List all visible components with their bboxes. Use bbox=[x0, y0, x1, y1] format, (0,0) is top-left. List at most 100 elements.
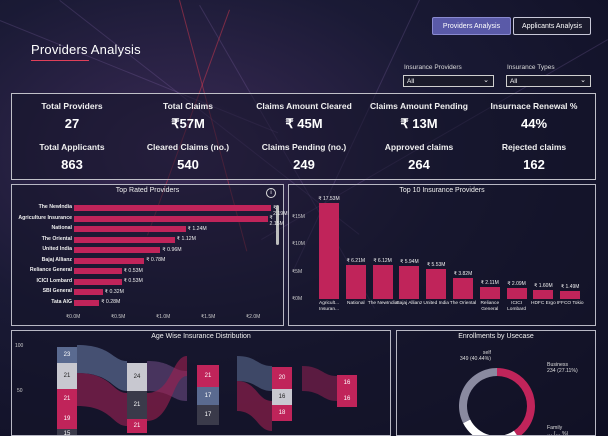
bar bbox=[533, 290, 554, 299]
bar-category-label: National bbox=[346, 301, 365, 306]
bar-label: The Oriental bbox=[41, 235, 72, 242]
kpi-label: Claims Pending (no.) bbox=[261, 142, 347, 152]
ribbon-cell: 21 bbox=[57, 389, 77, 409]
ribbon-cell: 17 bbox=[197, 387, 219, 405]
bar-category-label: The Oriental bbox=[449, 301, 477, 306]
x-tick: ₹0.0M bbox=[66, 314, 81, 320]
ribbon-cell: 16 bbox=[272, 389, 292, 405]
ribbon-cell: 21 bbox=[197, 365, 219, 387]
applicants-analysis-button[interactable]: Applicants Analysis bbox=[513, 17, 591, 35]
bar-value-label: ₹ 0.78M bbox=[146, 257, 166, 263]
bar bbox=[74, 247, 161, 253]
legend-business-value: 234 (27.11%) bbox=[547, 368, 578, 374]
kpi-value: 44% bbox=[520, 116, 548, 131]
bar-value-label: ₹ 0.28M bbox=[101, 299, 121, 305]
ribbon-cell: 15 bbox=[57, 429, 77, 435]
bar-category-label: Bajaj Allianz bbox=[396, 301, 423, 306]
enrollments-panel: Enrollments by Usecase self 349 (40.44%)… bbox=[396, 330, 596, 436]
bar bbox=[479, 287, 500, 299]
x-tick: ₹2.0M bbox=[246, 314, 261, 320]
kpi-total-providers: Total Providers 27 bbox=[12, 101, 132, 131]
kpi-label: Total Claims bbox=[163, 101, 213, 111]
kpi-total-claims: Total Claims ₹57M bbox=[128, 101, 248, 132]
bar-label: SBI General bbox=[42, 288, 72, 294]
ribbon-cell: 17 bbox=[197, 405, 219, 425]
bar-label: Reliance General bbox=[29, 267, 72, 273]
bar-label: National bbox=[51, 225, 72, 231]
donut-slice[interactable] bbox=[497, 368, 535, 436]
bar bbox=[74, 278, 122, 285]
bar bbox=[506, 287, 527, 299]
legend-self-value: 349 (40.44%) bbox=[459, 356, 491, 362]
y-tick: ₹5M bbox=[292, 268, 303, 275]
bar-label: ICICI Lombard bbox=[36, 277, 72, 284]
bar-value-label: ₹ 1.12M bbox=[176, 236, 196, 242]
bar bbox=[74, 257, 145, 264]
kpi-label: Cleared Claims (no.) bbox=[146, 142, 230, 152]
bar bbox=[74, 299, 100, 306]
legend-business: Business 234 (27.11%) bbox=[547, 362, 578, 374]
insurance-providers-value: All bbox=[407, 77, 415, 85]
bar bbox=[74, 215, 268, 222]
bar bbox=[74, 289, 103, 295]
kpi-cleared-claims: Cleared Claims (no.) 540 bbox=[128, 142, 248, 172]
kpi-claims-amount-pending: Claims Amount Pending ₹ 13M bbox=[359, 101, 479, 132]
ribbon-cell: 21 bbox=[57, 363, 77, 389]
ribbon bbox=[302, 366, 337, 401]
top-10-providers-panel: Top 10 Insurance Providers ₹15M ₹10M ₹5M ₹0… bbox=[288, 184, 596, 326]
kpi-value: 249 bbox=[293, 157, 315, 172]
kpi-label: Total Applicants bbox=[39, 142, 105, 152]
bar-category-label: Reliance General bbox=[480, 301, 500, 312]
panel-title: Top Rated Providers bbox=[115, 187, 180, 194]
bar-value-label: ₹ 0.53M bbox=[123, 267, 143, 274]
bar-value-label: ₹ 2.15M bbox=[269, 215, 284, 227]
kpi-value: ₹ 13M bbox=[400, 116, 438, 131]
donut-slice[interactable] bbox=[459, 368, 497, 424]
ribbon-cell: 19 bbox=[57, 409, 77, 429]
kpi-value: 27 bbox=[64, 116, 80, 131]
bar bbox=[74, 205, 272, 211]
donut-chart bbox=[459, 368, 535, 436]
kpi-value: 162 bbox=[523, 157, 545, 172]
donut-slice[interactable] bbox=[463, 419, 518, 436]
kpi-panel: Total Providers 27 Total Claims ₹57M Cla… bbox=[11, 93, 596, 180]
kpi-value: 540 bbox=[177, 157, 199, 172]
insurance-types-value: All bbox=[510, 77, 518, 85]
bar bbox=[560, 290, 581, 299]
ribbon-cell: 21 bbox=[127, 419, 147, 433]
info-icon[interactable]: i bbox=[266, 188, 276, 198]
ribbon-cell: 23 bbox=[57, 347, 77, 363]
bar-value-label: ₹ 5.53M bbox=[426, 261, 446, 268]
bar-category-label: The NewIndia bbox=[367, 301, 398, 306]
chevron-down-icon: ⌄ bbox=[483, 77, 489, 84]
x-tick: ₹0.5M bbox=[111, 314, 126, 320]
kpi-value: 863 bbox=[61, 157, 83, 172]
kpi-value: ₹57M bbox=[171, 116, 205, 131]
providers-analysis-button[interactable]: Providers Analysis bbox=[432, 17, 511, 35]
ribbon-cell: 24 bbox=[127, 363, 147, 391]
bar bbox=[319, 203, 339, 299]
bar-value-label: ₹ 1.24M bbox=[187, 225, 207, 232]
kpi-label: Claims Amount Pending bbox=[370, 101, 468, 111]
bar-value-label: ₹ 1.49M bbox=[560, 283, 580, 290]
insurance-providers-select[interactable]: All ⌄ bbox=[403, 75, 494, 87]
panel-title: Top 10 Insurance Providers bbox=[399, 187, 485, 194]
bar-category-label: IFFCO Tokio bbox=[556, 301, 584, 306]
bar-label: The NewIndia bbox=[38, 204, 72, 210]
kpi-claims-amount-cleared: Claims Amount Cleared ₹ 45M bbox=[244, 101, 364, 132]
bar-category-label: Agricult... Insuran... bbox=[319, 301, 339, 312]
kpi-rejected-claims: Rejected claims 162 bbox=[474, 142, 594, 172]
ribbon-cell: 20 bbox=[272, 367, 292, 389]
top-rated-providers-panel: Top Rated Providers i The NewIndia ₹ 2.19… bbox=[11, 184, 288, 326]
kpi-renewal-percent: Insurnace Renewal % 44% bbox=[474, 101, 594, 131]
insurance-types-select[interactable]: All ⌄ bbox=[506, 75, 591, 87]
bar bbox=[74, 268, 122, 274]
insurance-types-label: Insurance Types bbox=[507, 64, 555, 71]
bar-value-label: ₹ 0.96M bbox=[162, 246, 182, 253]
title-underline bbox=[31, 60, 89, 61]
kpi-label: Approved claims bbox=[384, 142, 454, 152]
bar-category-label: HDFC Ergo bbox=[530, 301, 556, 306]
bar-label: Tata AIG bbox=[51, 298, 72, 305]
ribbon-cell: 16 bbox=[337, 391, 357, 407]
y-tick: ₹15M bbox=[292, 213, 305, 220]
